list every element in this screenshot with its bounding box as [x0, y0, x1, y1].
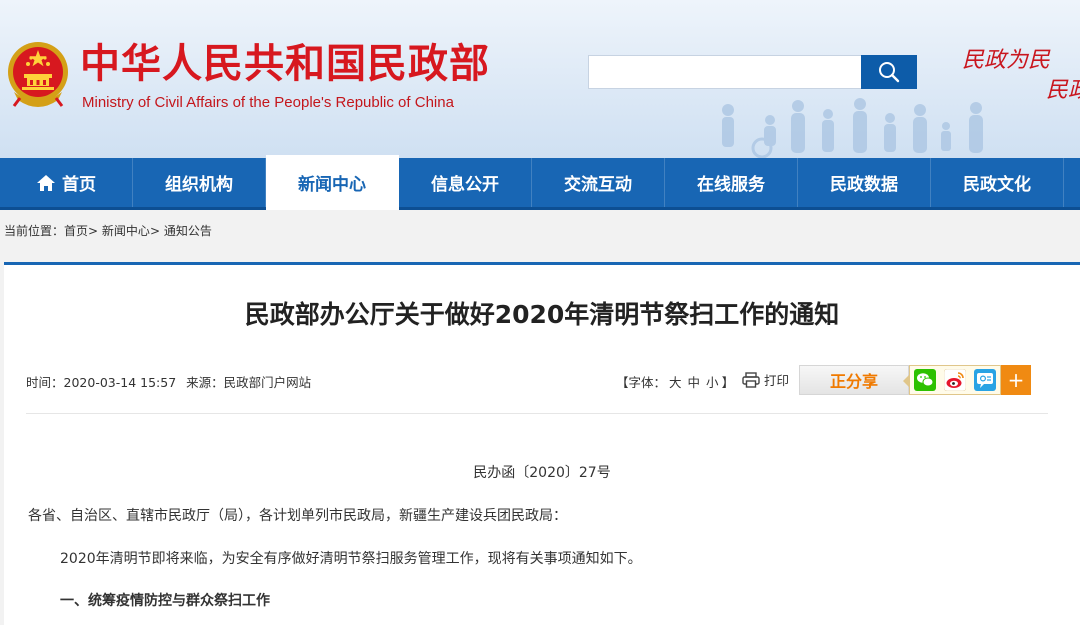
site-title[interactable]: 中华人民共和国民政部	[80, 40, 490, 88]
time-label: 时间：	[26, 375, 64, 390]
nav-item-online-service[interactable]: 在线服务	[665, 158, 798, 207]
qq-icon[interactable]	[974, 369, 996, 391]
share-more-button[interactable]: +	[1001, 365, 1031, 395]
section-heading: 一、统筹疫情防控与群众祭扫工作	[60, 593, 270, 609]
breadcrumb-item-news-center[interactable]: 新闻中心	[102, 224, 150, 238]
font-size-small[interactable]: 小	[703, 375, 722, 390]
nav-item-organization[interactable]: 组织机构	[133, 158, 266, 207]
printer-icon	[742, 371, 760, 388]
share-icon-group	[903, 365, 1001, 395]
nav-item-interaction[interactable]: 交流互动	[532, 158, 665, 207]
recipients-line: 各省、自治区、直辖市民政厅（局），各计划单列市民政局，新疆生产建设兵团民政局：	[28, 508, 567, 524]
meta-divider	[26, 413, 1048, 414]
source-label: 来源：	[186, 375, 224, 390]
body-paragraph: 2020年清明节即将来临，为安全有序做好清明节祭扫服务管理工作，现将有关事项通知…	[60, 551, 642, 567]
share-bar: 正分享 +	[799, 365, 1031, 395]
nav-item-info-disclosure[interactable]: 信息公开	[399, 158, 532, 207]
breadcrumb-item-notices[interactable]: 通知公告	[164, 224, 212, 238]
font-size-medium[interactable]: 中	[685, 375, 704, 390]
breadcrumb-item-home[interactable]: 首页	[64, 224, 88, 238]
article-panel: 民政部办公厅关于做好2020年清明节祭扫工作的通知 时间：2020-03-14 …	[4, 262, 1080, 625]
article-title: 民政部办公厅关于做好2020年清明节祭扫工作的通知	[244, 300, 840, 329]
breadcrumb: 当前位置：首页> 新闻中心> 通知公告	[4, 222, 212, 239]
people-silhouette-decoration	[722, 98, 983, 158]
breadcrumb-separator: >	[149, 224, 160, 238]
breadcrumb-separator: >	[88, 224, 99, 238]
document-number: 民办函〔2020〕27号	[473, 465, 611, 481]
home-icon	[36, 174, 56, 192]
search-input[interactable]	[588, 55, 862, 89]
search-button[interactable]	[861, 55, 917, 89]
slogan-line-1: 民政为民	[962, 48, 1051, 73]
search-icon	[879, 62, 900, 83]
nav-item-civil-culture[interactable]: 民政文化	[931, 158, 1064, 207]
print-button[interactable]: 打印	[742, 370, 789, 389]
nav-item-civil-data[interactable]: 民政数据	[798, 158, 931, 207]
font-size-large[interactable]: 大	[666, 375, 685, 390]
font-size-control: 【字体：大中小】	[616, 372, 734, 391]
breadcrumb-prefix: 当前位置：	[4, 224, 65, 238]
nav-item-label: 首页	[62, 175, 96, 195]
weibo-icon[interactable]	[944, 369, 966, 391]
publish-time: 2020-03-14 15:57	[63, 375, 177, 390]
national-emblem-icon[interactable]	[6, 40, 70, 108]
wechat-icon[interactable]	[914, 369, 936, 391]
font-size-label-close: 】	[721, 375, 735, 390]
source-name: 民政部门户网站	[223, 375, 312, 390]
nav-item-news-center[interactable]: 新闻中心	[266, 155, 399, 210]
article-meta: 时间：2020-03-14 15:57 来源：民政部门户网站	[26, 372, 311, 391]
nav-item-home[interactable]: 首页	[0, 158, 133, 207]
print-label: 打印	[764, 373, 790, 388]
font-size-label: 【字体：	[616, 375, 667, 390]
site-subtitle: Ministry of Civil Affairs of the People'…	[82, 94, 454, 111]
share-label: 正分享	[799, 365, 909, 395]
main-nav: 首页 组织机构 新闻中心 信息公开 交流互动 在线服务 民政数据 民政文化	[0, 155, 1080, 210]
site-header: 中华人民共和国民政部 Ministry of Civil Affairs of …	[0, 0, 1080, 158]
